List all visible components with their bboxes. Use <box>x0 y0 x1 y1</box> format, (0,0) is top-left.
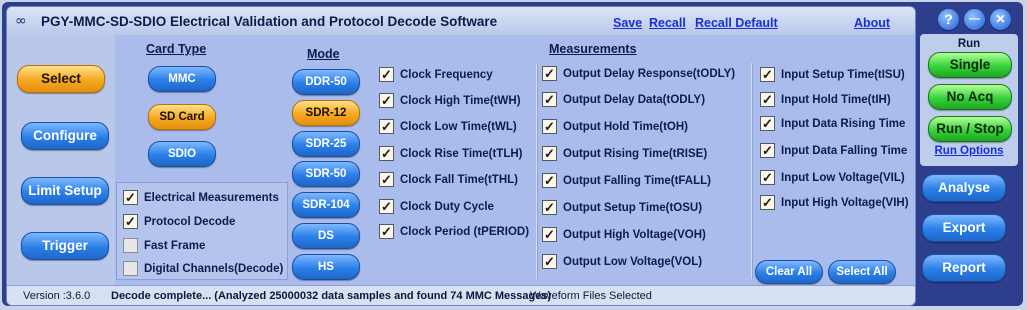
mode-sdr-12-button[interactable]: SDR-12 <box>292 100 360 126</box>
checkbox-checked[interactable]: ✓ <box>542 254 557 269</box>
checkbox-checked[interactable]: ✓ <box>379 199 394 214</box>
meas-output-delay-response[interactable]: ✓ Output Delay Response(tODLY) <box>542 66 735 81</box>
help-icon[interactable]: ? <box>938 9 959 30</box>
meas-input-data-rising-time[interactable]: ✓ Input Data Rising Time <box>760 116 905 131</box>
meas-output-setup-time[interactable]: ✓ Output Setup Time(tOSU) <box>542 200 702 215</box>
meas-input-data-falling-time[interactable]: ✓ Input Data Falling Time <box>760 143 907 158</box>
status-bar: Version :3.6.0 Decode complete... (Analy… <box>7 285 915 305</box>
checkbox-checked[interactable]: ✓ <box>760 67 775 82</box>
mode-sdr-50-button[interactable]: SDR-50 <box>292 161 360 187</box>
meas-input-high-voltage[interactable]: ✓ Input High Voltage(VIH) <box>760 195 909 210</box>
meas-output-hold-time[interactable]: ✓ Output Hold Time(tOH) <box>542 119 688 134</box>
meas-input-low-voltage[interactable]: ✓ Input Low Voltage(VIL) <box>760 170 905 185</box>
checkbox-checked[interactable]: ✓ <box>379 172 394 187</box>
app-logo-icon: ∞ <box>15 13 27 29</box>
no-acq-button[interactable]: No Acq <box>928 84 1012 110</box>
single-button[interactable]: Single <box>928 52 1012 78</box>
card-sdio-button[interactable]: SDIO <box>148 141 216 167</box>
card-type-title: Card Type <box>146 42 207 56</box>
app-title: PGY-MMC-SD-SDIO Electrical Validation an… <box>41 14 498 29</box>
checkbox-checked[interactable]: ✓ <box>542 227 557 242</box>
options-group: ✓ Electrical Measurements ✓ Protocol Decod… <box>116 182 288 280</box>
checkbox-checked[interactable]: ✓ <box>542 200 557 215</box>
checkbox-checked[interactable]: ✓ <box>542 66 557 81</box>
meas-clock-high-time[interactable]: ✓ Clock High Time(tWH) <box>379 93 521 108</box>
nav-limit-setup-button[interactable]: Limit Setup <box>21 177 109 205</box>
report-button[interactable]: Report <box>922 254 1006 282</box>
status-message: Decode complete... (Analyzed 25000032 da… <box>111 290 552 302</box>
meas-output-high-voltage[interactable]: ✓ Output High Voltage(VOH) <box>542 227 706 242</box>
checkbox-unchecked[interactable] <box>123 261 138 276</box>
mode-title: Mode <box>307 47 340 61</box>
meas-output-rising-time[interactable]: ✓ Output Rising Time(tRISE) <box>542 146 707 161</box>
meas-output-low-voltage[interactable]: ✓ Output Low Voltage(VOL) <box>542 254 702 269</box>
nav-trigger-button[interactable]: Trigger <box>21 232 109 260</box>
meas-input-hold-time[interactable]: ✓ Input Hold Time(tIH) <box>760 92 891 107</box>
mode-ddr-50-button[interactable]: DDR-50 <box>292 69 360 95</box>
checkbox-checked[interactable]: ✓ <box>760 92 775 107</box>
option-fast-frame[interactable]: Fast Frame <box>123 238 205 253</box>
meas-output-delay-data[interactable]: ✓ Output Delay Data(tODLY) <box>542 92 705 107</box>
select-all-button[interactable]: Select All <box>828 260 896 284</box>
checkbox-checked[interactable]: ✓ <box>123 214 138 229</box>
version-label: Version :3.6.0 <box>23 290 91 302</box>
measurements-title: Measurements <box>549 42 637 56</box>
card-mmc-button[interactable]: MMC <box>148 66 216 92</box>
clear-all-button[interactable]: Clear All <box>755 260 823 284</box>
meas-clock-period[interactable]: ✓ Clock Period (tPERIOD) <box>379 224 529 239</box>
main-panel: ∞ PGY-MMC-SD-SDIO Electrical Validation … <box>6 6 916 306</box>
export-button[interactable]: Export <box>922 214 1006 242</box>
close-icon[interactable]: ✕ <box>990 9 1011 30</box>
checkbox-checked[interactable]: ✓ <box>379 93 394 108</box>
checkbox-checked[interactable]: ✓ <box>542 92 557 107</box>
column-divider <box>536 63 538 279</box>
checkbox-checked[interactable]: ✓ <box>760 143 775 158</box>
recall-default-link[interactable]: Recall Default <box>695 16 778 30</box>
meas-clock-rise-time[interactable]: ✓ Clock Rise Time(tTLH) <box>379 146 522 161</box>
run-stop-button[interactable]: Run / Stop <box>928 116 1012 142</box>
left-nav: Select Configure Limit Setup Trigger <box>7 35 115 285</box>
checkbox-checked[interactable]: ✓ <box>123 190 138 205</box>
title-bar: ∞ PGY-MMC-SD-SDIO Electrical Validation … <box>7 7 915 36</box>
analyse-button[interactable]: Analyse <box>922 174 1006 202</box>
meas-clock-low-time[interactable]: ✓ Clock Low Time(tWL) <box>379 119 517 134</box>
about-link[interactable]: About <box>854 16 890 30</box>
checkbox-checked[interactable]: ✓ <box>760 116 775 131</box>
meas-clock-fall-time[interactable]: ✓ Clock Fall Time(tTHL) <box>379 172 518 187</box>
nav-select-button[interactable]: Select <box>17 65 105 93</box>
mode-hs-button[interactable]: HS <box>292 254 360 280</box>
option-digital-channels[interactable]: Digital Channels(Decode) <box>123 261 283 276</box>
option-protocol-decode[interactable]: ✓ Protocol Decode <box>123 214 235 229</box>
meas-clock-frequency[interactable]: ✓ Clock Frequency <box>379 67 493 82</box>
checkbox-checked[interactable]: ✓ <box>379 146 394 161</box>
nav-configure-button[interactable]: Configure <box>21 122 109 150</box>
checkbox-unchecked[interactable] <box>123 238 138 253</box>
right-panel: ? — ✕ Run Single No Acq Run / Stop Run O… <box>918 6 1022 304</box>
checkbox-checked[interactable]: ✓ <box>379 119 394 134</box>
checkbox-checked[interactable]: ✓ <box>760 170 775 185</box>
checkbox-checked[interactable]: ✓ <box>379 224 394 239</box>
recall-link[interactable]: Recall <box>649 16 686 30</box>
content-area: Select Configure Limit Setup Trigger Car… <box>7 35 915 285</box>
run-panel: Run Single No Acq Run / Stop Run Options <box>920 34 1018 166</box>
meas-output-falling-time[interactable]: ✓ Output Falling Time(tFALL) <box>542 173 711 188</box>
checkbox-checked[interactable]: ✓ <box>542 119 557 134</box>
meas-input-setup-time[interactable]: ✓ Input Setup Time(tISU) <box>760 67 905 82</box>
meas-clock-duty-cycle[interactable]: ✓ Clock Duty Cycle <box>379 199 494 214</box>
column-divider <box>751 63 753 279</box>
mode-sdr-25-button[interactable]: SDR-25 <box>292 131 360 157</box>
checkbox-checked[interactable]: ✓ <box>542 146 557 161</box>
mode-ds-button[interactable]: DS <box>292 223 360 249</box>
run-options-link[interactable]: Run Options <box>920 145 1018 157</box>
checkbox-checked[interactable]: ✓ <box>760 195 775 210</box>
waveform-files-status: Waveform Files Selected <box>530 290 652 302</box>
run-title: Run <box>957 38 981 50</box>
minimize-icon[interactable]: — <box>964 9 985 30</box>
checkbox-checked[interactable]: ✓ <box>379 67 394 82</box>
card-sd-card-button[interactable]: SD Card <box>148 104 216 130</box>
option-electrical-measurements[interactable]: ✓ Electrical Measurements <box>123 190 279 205</box>
save-link[interactable]: Save <box>613 16 642 30</box>
mode-sdr-104-button[interactable]: SDR-104 <box>292 192 360 218</box>
checkbox-checked[interactable]: ✓ <box>542 173 557 188</box>
